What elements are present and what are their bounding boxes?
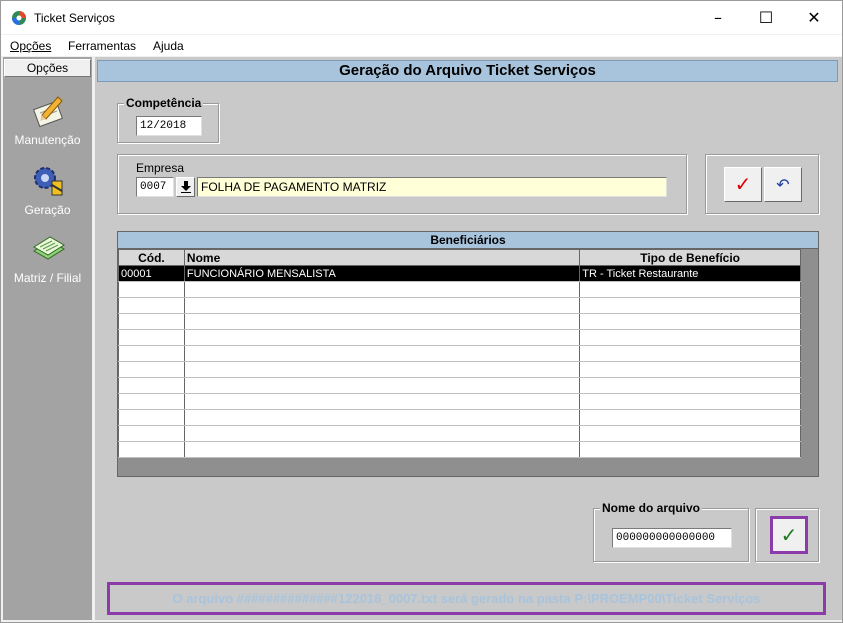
competencia-input[interactable]: 12/2018 bbox=[136, 116, 202, 136]
sidebar: Opções Manutenção Geração Matriz / Filia… bbox=[3, 57, 92, 620]
sidebar-label-geracao: Geração bbox=[24, 203, 71, 217]
sidebar-header[interactable]: Opções bbox=[4, 59, 91, 77]
table-row-empty[interactable] bbox=[118, 313, 801, 330]
action-buttons-group: ✓ ↶ bbox=[705, 154, 819, 214]
nome-arquivo-input[interactable]: 000000000000000 bbox=[612, 528, 732, 548]
empresa-lookup-button[interactable] bbox=[176, 177, 195, 197]
sidebar-label-manutencao: Manutenção bbox=[14, 133, 81, 147]
menu-ajuda-label: Ajuda bbox=[153, 39, 184, 53]
nome-arquivo-group: Nome do arquivo 000000000000000 bbox=[593, 501, 749, 562]
table-row-empty[interactable] bbox=[118, 409, 801, 426]
confirm-button[interactable]: ✓ bbox=[724, 167, 762, 202]
table-row-empty[interactable] bbox=[118, 361, 801, 378]
competencia-legend: Competência bbox=[124, 96, 204, 110]
title-bar: Ticket Serviços – ☐ ✕ bbox=[1, 1, 842, 34]
empresa-label: Empresa bbox=[136, 161, 185, 175]
menu-opcoes[interactable]: Opções bbox=[10, 39, 51, 53]
status-message: O arquivo ##############122018_0007.txt … bbox=[107, 582, 826, 615]
beneficiarios-table: Cód. Nome Tipo de Benefício 00001 FUNCIO… bbox=[118, 249, 801, 458]
download-arrow-icon bbox=[180, 181, 191, 193]
page-title: Geração do Arquivo Ticket Serviços bbox=[97, 60, 838, 82]
cell-tipo: TR - Ticket Restaurante bbox=[579, 265, 801, 282]
table-row-empty[interactable] bbox=[118, 345, 801, 362]
menu-bar: Opções Ferramentas Ajuda bbox=[1, 35, 842, 56]
column-header-nome[interactable]: Nome bbox=[183, 249, 581, 266]
table-row[interactable]: 00001 FUNCIONÁRIO MENSALISTA TR - Ticket… bbox=[118, 265, 801, 282]
table-row-empty[interactable] bbox=[118, 425, 801, 442]
window-title: Ticket Serviços bbox=[34, 11, 115, 25]
main-panel: Geração do Arquivo Ticket Serviços Compe… bbox=[95, 57, 842, 620]
competencia-group: Competência 12/2018 bbox=[117, 96, 219, 143]
pencil-notepad-icon bbox=[32, 96, 63, 127]
gear-icon bbox=[33, 167, 63, 196]
menu-ajuda[interactable]: Ajuda bbox=[153, 39, 184, 53]
table-row-empty[interactable] bbox=[118, 441, 801, 458]
table-header-row: Cód. Nome Tipo de Benefício bbox=[118, 249, 801, 266]
maximize-button[interactable]: ☐ bbox=[743, 1, 789, 34]
table-row-empty[interactable] bbox=[118, 329, 801, 346]
menu-ferramentas-label: Ferramentas bbox=[68, 39, 137, 53]
empresa-group: Empresa 0007 FOLHA DE PAGAMENTO MATRIZ bbox=[117, 154, 687, 214]
nome-arquivo-legend: Nome do arquivo bbox=[600, 501, 703, 515]
table-row-empty[interactable] bbox=[118, 297, 801, 314]
beneficiarios-grid: Beneficiários Cód. Nome Tipo de Benefíci… bbox=[117, 231, 819, 477]
sidebar-item-geracao[interactable]: Geração bbox=[3, 163, 92, 217]
column-header-cod[interactable]: Cód. bbox=[118, 249, 185, 266]
minimize-button[interactable]: – bbox=[695, 1, 741, 34]
sidebar-item-matriz-filial[interactable]: Matriz / Filial bbox=[3, 233, 92, 285]
sidebar-label-matriz-filial: Matriz / Filial bbox=[13, 271, 82, 285]
table-row-empty[interactable] bbox=[118, 393, 801, 410]
menu-opcoes-label: Opções bbox=[10, 39, 52, 53]
empresa-code-input[interactable]: 0007 bbox=[136, 177, 174, 197]
generate-button-group: ✓ bbox=[755, 508, 819, 562]
table-row-empty[interactable] bbox=[118, 377, 801, 394]
sidebar-item-manutencao[interactable]: Manutenção bbox=[3, 93, 92, 147]
cell-cod: 00001 bbox=[118, 265, 185, 282]
undo-button[interactable]: ↶ bbox=[764, 167, 802, 202]
grid-title: Beneficiários bbox=[118, 232, 818, 249]
cell-nome: FUNCIONÁRIO MENSALISTA bbox=[183, 265, 581, 282]
app-window: Ticket Serviços – ☐ ✕ Opções Ferramentas… bbox=[0, 0, 843, 623]
stacked-papers-icon bbox=[32, 236, 65, 260]
column-header-tipo[interactable]: Tipo de Benefício bbox=[579, 249, 801, 266]
empresa-name-field[interactable]: FOLHA DE PAGAMENTO MATRIZ bbox=[197, 177, 667, 197]
app-logo-icon bbox=[12, 11, 26, 25]
close-button[interactable]: ✕ bbox=[791, 1, 837, 34]
menu-ferramentas[interactable]: Ferramentas bbox=[68, 39, 136, 53]
generate-button[interactable]: ✓ bbox=[770, 516, 808, 554]
table-row-empty[interactable] bbox=[118, 281, 801, 298]
